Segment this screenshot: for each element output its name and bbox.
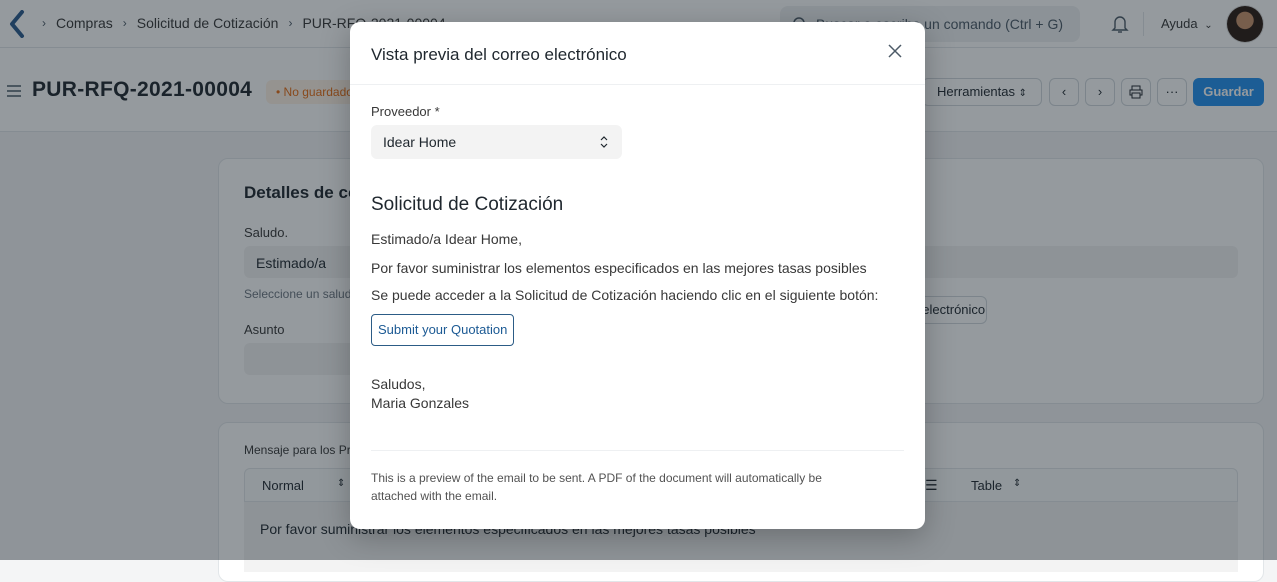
supplier-label: Proveedor * xyxy=(371,104,440,119)
email-line-2: Se puede acceder a la Solicitud de Cotiz… xyxy=(371,287,879,303)
supplier-select[interactable]: Idear Home xyxy=(371,125,622,159)
sort-icon xyxy=(600,136,608,148)
dialog-title: Vista previa del correo electrónico xyxy=(371,45,627,64)
divider xyxy=(350,84,925,85)
preview-footnote: This is a preview of the email to be sen… xyxy=(371,471,822,503)
supplier-value: Idear Home xyxy=(383,134,457,150)
divider xyxy=(371,450,904,451)
email-heading: Solicitud de Cotización xyxy=(371,194,564,215)
close-icon[interactable] xyxy=(886,42,904,60)
submit-quotation-button[interactable]: Submit your Quotation xyxy=(371,314,515,346)
email-regards: Saludos, xyxy=(371,376,426,392)
email-line-1: Por favor suministrar los elementos espe… xyxy=(371,260,867,276)
email-preview-dialog: Vista previa del correo electrónico Prov… xyxy=(350,22,925,529)
email-sender: Maria Gonzales xyxy=(371,395,470,411)
email-greeting: Estimado/a Idear Home, xyxy=(371,231,522,247)
